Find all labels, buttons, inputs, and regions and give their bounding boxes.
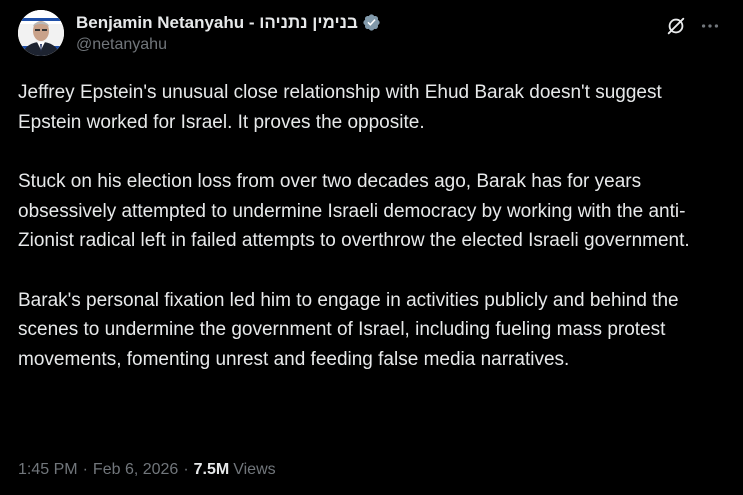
header-actions (661, 12, 725, 40)
meta-separator: · (82, 461, 88, 478)
post-paragraph: Barak's personal fixation led him to eng… (18, 289, 679, 370)
author-names: Benjamin Netanyahu - בנימין נתניהו @neta… (76, 8, 381, 56)
post-text: Jeffrey Epstein's unusual close relation… (18, 78, 725, 374)
post-header: Benjamin Netanyahu - בנימין נתניהו @neta… (18, 8, 725, 60)
meta-separator: · (183, 461, 189, 478)
post-paragraph: Stuck on his election loss from over two… (18, 171, 690, 251)
views-label: Views (233, 461, 276, 478)
post-meta: 1:45 PM · Feb 6, 2026 · 7.5M Views (18, 459, 276, 481)
grok-icon[interactable] (661, 12, 691, 40)
post-paragraph: Jeffrey Epstein's unusual close relation… (18, 82, 662, 133)
post-container: Benjamin Netanyahu - בנימין נתניהו @neta… (0, 0, 743, 495)
author-handle[interactable]: @netanyahu (76, 34, 381, 56)
post-time[interactable]: 1:45 PM (18, 459, 78, 481)
verified-badge-icon (362, 13, 381, 32)
avatar[interactable] (18, 10, 64, 56)
avatar-image (18, 10, 64, 56)
more-horizontal-icon[interactable] (695, 12, 725, 40)
author-display-name[interactable]: Benjamin Netanyahu - בנימין נתניהו (76, 12, 358, 33)
author-name-row[interactable]: Benjamin Netanyahu - בנימין נתניהו (76, 12, 381, 33)
post-date[interactable]: Feb 6, 2026 (93, 459, 178, 481)
views-count: 7.5M (193, 461, 230, 478)
